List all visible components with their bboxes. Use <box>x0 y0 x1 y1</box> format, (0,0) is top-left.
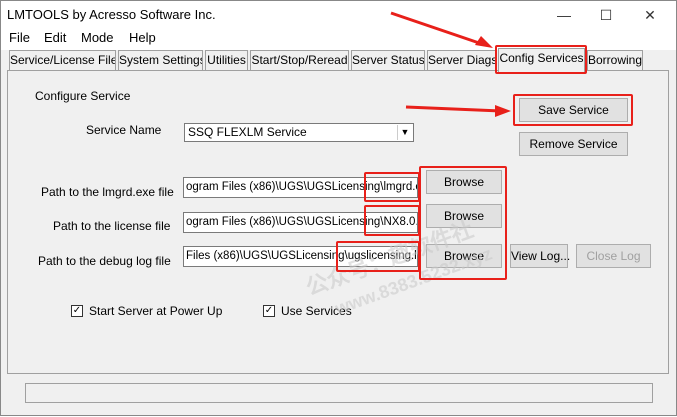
arrow-head-icon <box>475 36 493 48</box>
arrow-head-icon <box>495 105 511 117</box>
tab-config-services[interactable]: Config Services <box>498 48 585 72</box>
arrow-to-save <box>405 105 502 113</box>
lmtools-window: LMTOOLS by Acresso Software Inc. — ☐ ✕ F… <box>0 0 677 416</box>
arrow-to-tab <box>390 11 486 47</box>
